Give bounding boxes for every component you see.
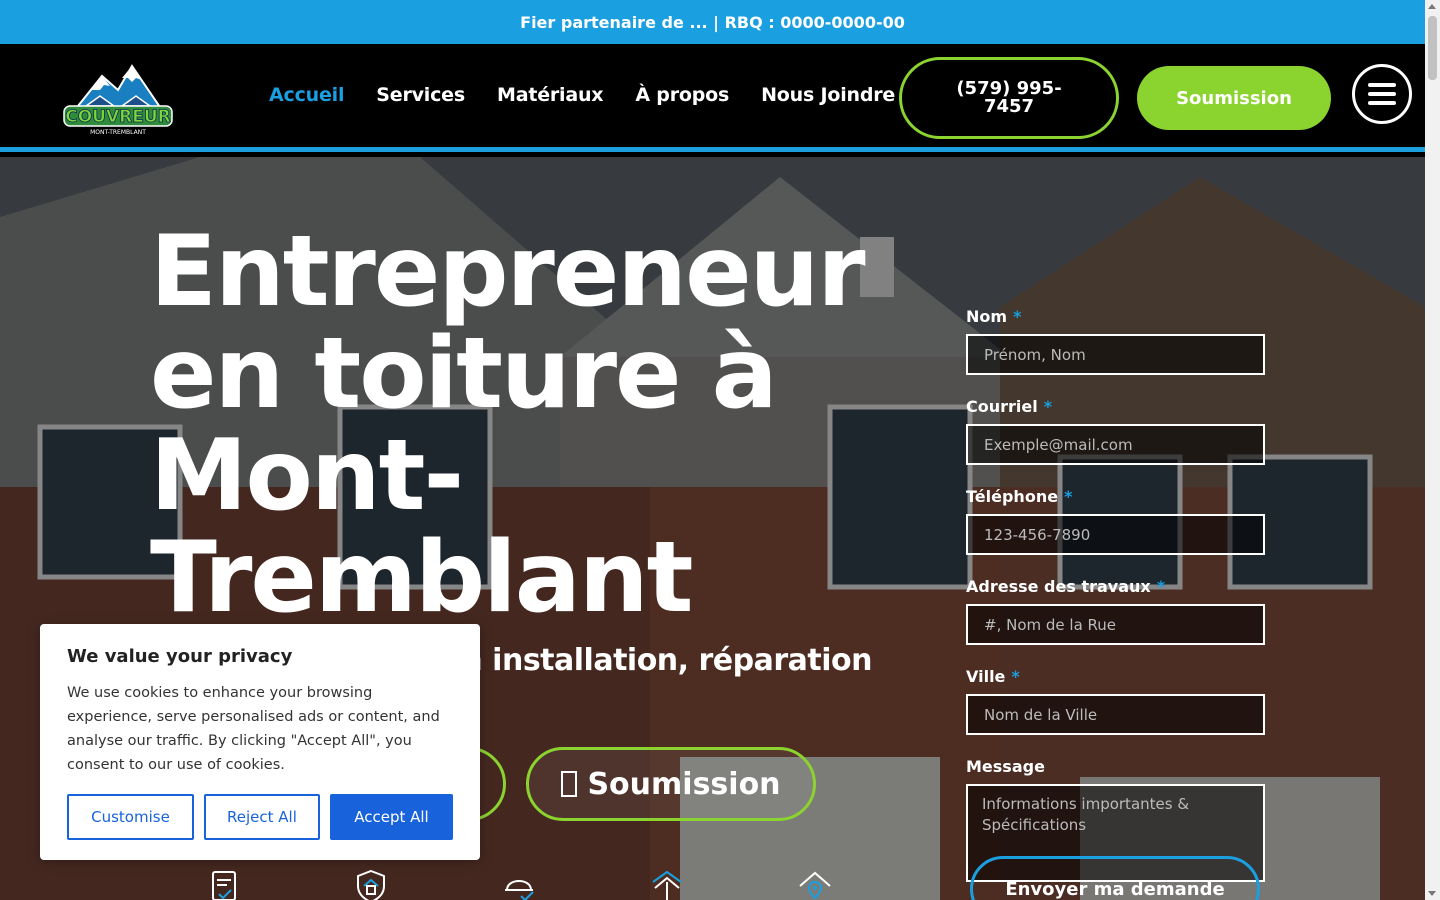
main-nav: Accueil Services Matériaux À propos Nous… [269, 84, 895, 106]
nav-item-nous-joindre[interactable]: Nous Joindre [761, 84, 895, 106]
nav-item-materiaux[interactable]: Matériaux [497, 84, 604, 106]
roof-arrow-icon [652, 870, 682, 900]
site-header: COUVREUR MONT-TREMBLANT Accueil Services… [0, 44, 1425, 152]
hamburger-menu-icon[interactable] [1352, 64, 1412, 124]
address-field[interactable]: #, Nom de la Rue [966, 604, 1265, 645]
quote-form: Nom * Prénom, Nom Courriel * Exemple@mail.… [966, 307, 1266, 882]
document-check-icon [212, 871, 236, 900]
name-label: Nom [966, 307, 1008, 326]
top-banner: Fier partenaire de ... | RBQ : 0000-0000… [0, 0, 1425, 44]
cookie-consent-banner: We value your privacy We use cookies to … [40, 624, 480, 860]
site-logo[interactable]: COUVREUR MONT-TREMBLANT [62, 58, 174, 138]
hero-quote-label: Soumission [587, 766, 781, 802]
nav-item-a-propos[interactable]: À propos [635, 84, 729, 106]
cookie-reject-button[interactable]: Reject All [203, 794, 320, 840]
phone-number: (579) 995-7457 [956, 78, 1062, 117]
shield-home-icon [357, 869, 385, 900]
email-label: Courriel [966, 397, 1038, 416]
cookie-customise-button[interactable]: Customise [67, 794, 194, 840]
city-field[interactable]: Nom de la Ville [966, 694, 1265, 735]
logo-subtext: MONT-TREMBLANT [90, 129, 146, 136]
email-field[interactable]: Exemple@mail.com [966, 424, 1265, 465]
feature-icons-row [205, 868, 833, 900]
logo-text: COUVREUR [65, 107, 171, 127]
hero-quote-button[interactable]: Soumission [526, 747, 816, 821]
home-location-icon [799, 871, 831, 900]
helmet-check-icon [505, 880, 534, 900]
city-label: Ville [966, 667, 1006, 686]
phone-field[interactable]: 123-456-7890 [966, 514, 1265, 555]
cookie-body: We use cookies to enhance your browsing … [67, 685, 440, 773]
name-field[interactable]: Prénom, Nom [966, 334, 1265, 375]
header-quote-label: Soumission [1176, 87, 1292, 109]
message-label: Message [966, 757, 1045, 776]
hero-title: Entrepreneur en toiture à Mont-Tremblant [150, 215, 866, 635]
nav-item-accueil[interactable]: Accueil [269, 84, 344, 106]
header-quote-button[interactable]: Soumission [1137, 66, 1331, 130]
top-banner-text: Fier partenaire de ... | RBQ : 0000-0000… [520, 12, 905, 32]
submit-label: Envoyer ma demande [1005, 879, 1225, 900]
scroll-down-icon[interactable] [1428, 891, 1436, 896]
page-scrollbar[interactable] [1425, 0, 1440, 900]
scroll-up-icon[interactable] [1428, 4, 1436, 9]
nav-item-services[interactable]: Services [376, 84, 465, 106]
scrollbar-thumb[interactable] [1428, 16, 1437, 80]
phone-button[interactable]: (579) 995-7457 [899, 57, 1119, 139]
phone-label: Téléphone [966, 487, 1059, 506]
address-label: Adresse des travaux [966, 577, 1151, 596]
quote-icon [561, 771, 578, 797]
cookie-title: We value your privacy [67, 646, 293, 667]
cookie-accept-button[interactable]: Accept All [330, 794, 453, 840]
submit-button[interactable]: Envoyer ma demande [970, 856, 1260, 900]
